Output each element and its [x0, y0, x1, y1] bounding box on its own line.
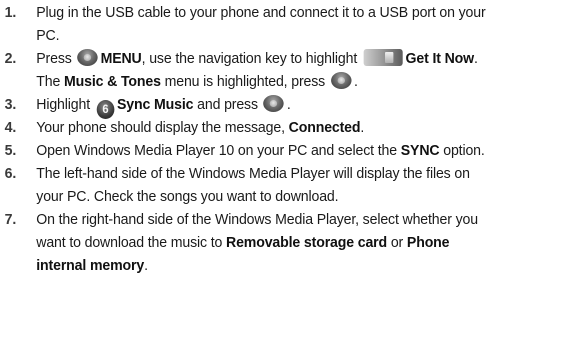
step-number: 2. [4, 50, 17, 67]
step-number: 7. [4, 211, 17, 228]
menu-ok-key-icon [263, 95, 285, 112]
step-text: . [353, 73, 358, 90]
step-text: Highlight [36, 96, 90, 113]
instruction-steps: 1. Plug in the USB cable to your phone a… [0, 0, 573, 337]
step-text-line: Your phone should display the message, C… [36, 116, 364, 139]
step-text: Your phone should display the message, [36, 119, 285, 136]
step-text-line: want to download the music to Removable … [36, 231, 449, 254]
step-number: 5. [4, 142, 17, 159]
sync-music-label: Sync Music [117, 96, 194, 113]
step-text: or [390, 234, 404, 251]
step-text-line: internal memory. [36, 254, 148, 277]
menu-ok-key-icon [330, 72, 352, 89]
internal-memory-label: internal memory [36, 257, 145, 274]
step-text: . [286, 96, 291, 113]
step-number: 4. [4, 119, 17, 136]
step-number: 6. [4, 165, 17, 182]
step-text: and press [197, 96, 258, 113]
step-number: 1. [4, 4, 17, 21]
phone-label: Phone [406, 234, 450, 251]
step-text-line: On the right-hand side of the Windows Me… [36, 211, 478, 228]
step-text: , use the navigation key to highlight [141, 50, 358, 67]
sync-label: SYNC [400, 142, 440, 159]
step-text: . [473, 50, 478, 67]
step-text: . [144, 257, 148, 274]
get-it-now-icon [363, 49, 403, 66]
menu-ok-key-icon [77, 49, 98, 66]
connected-label: Connected [288, 119, 361, 136]
step-text: option. [443, 142, 485, 159]
step-text: . [360, 119, 365, 136]
menu-label: MENU [100, 50, 142, 67]
step-text: Open Windows Media Player 10 on your PC … [36, 142, 397, 159]
step-text-line: Plug in the USB cable to your phone and … [36, 4, 486, 21]
step-text: menu is highlighted, press [164, 73, 326, 90]
step-text: want to download the music to [36, 234, 223, 251]
music-tones-label: Music & Tones [63, 73, 161, 90]
step-text-line: Press MENU, use the navigation key to hi… [36, 47, 478, 70]
step-text-line: PC. [36, 27, 60, 44]
step-number: 3. [4, 96, 17, 113]
step-text: Press [36, 50, 72, 67]
get-it-now-label: Get It Now [405, 50, 475, 67]
step-text: The [36, 73, 61, 90]
step-text-line: The left-hand side of the Windows Media … [36, 165, 470, 182]
step-text-line: Open Windows Media Player 10 on your PC … [36, 139, 485, 162]
step-text-line: your PC. Check the songs you want to dow… [36, 188, 339, 205]
step-text-line: The Music & Tones menu is highlighted, p… [36, 70, 358, 93]
removable-storage-label: Removable storage card [226, 234, 388, 251]
